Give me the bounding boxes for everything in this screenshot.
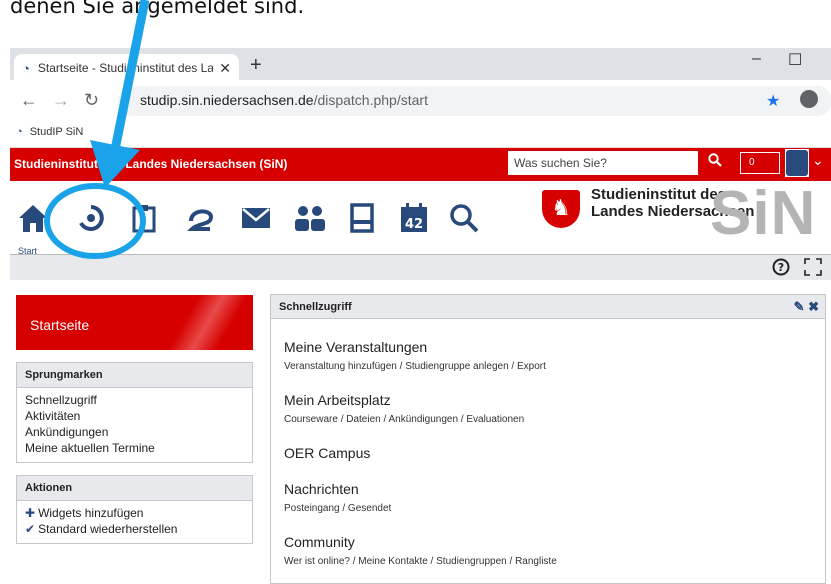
actions-title: Aktionen: [17, 476, 252, 501]
section-links[interactable]: Wer ist online? / Meine Kontakte / Studi…: [284, 556, 812, 567]
jump-marks-title: Sprungmarken: [17, 363, 252, 388]
studip-bookmark-icon: ◔: [16, 126, 23, 138]
jump-item[interactable]: Ankündigungen: [25, 424, 244, 440]
add-widgets-label: Widgets hinzufügen: [38, 506, 144, 520]
minimize-button[interactable]: –: [752, 50, 761, 68]
section-title[interactable]: OER Campus: [284, 445, 812, 461]
new-tab-button[interactable]: +: [250, 54, 262, 77]
studip-favicon-icon: ◔: [22, 60, 30, 76]
jump-marks-box: Sprungmarken Schnellzugriff Aktivitäten …: [16, 362, 253, 463]
calendar-icon[interactable]: 42: [394, 198, 434, 238]
highlight-circle: [44, 183, 146, 259]
section-links[interactable]: Posteingang / Gesendet: [284, 503, 812, 514]
sidebar-title: Startseite: [30, 317, 90, 333]
search-input[interactable]: Was suchen Sie?: [508, 151, 698, 175]
fullscreen-icon[interactable]: [804, 258, 822, 280]
sin-logo: SiN: [710, 179, 817, 248]
close-icon[interactable]: ✖: [808, 299, 819, 314]
quick-access-list: Meine Veranstaltungen Veranstaltung hinz…: [271, 339, 825, 567]
tab-close-icon[interactable]: ✕: [219, 60, 231, 77]
back-icon[interactable]: ←: [20, 90, 38, 111]
reset-default-action[interactable]: ✔ Standard wiederherstellen: [25, 521, 244, 537]
search-nav-icon[interactable]: [444, 198, 484, 238]
sidebar: Startseite Sprungmarken Schnellzugriff A…: [16, 295, 253, 544]
chevron-down-icon[interactable]: ⌄: [812, 152, 824, 169]
workspace-icon[interactable]: [181, 198, 221, 238]
jump-item[interactable]: Meine aktuellen Termine: [25, 440, 244, 456]
quick-access-widget: Schnellzugriff ✎ ✖ Meine Veranstaltungen…: [270, 294, 826, 584]
star-icon[interactable]: ★: [766, 91, 780, 111]
actions-box: Aktionen ✚ Widgets hinzufügen ✔ Standard w…: [16, 475, 253, 544]
section-title[interactable]: Mein Arbeitsplatz: [284, 392, 812, 408]
section-title[interactable]: Community: [284, 534, 812, 550]
plus-icon: ✚: [25, 506, 36, 520]
lower-saxony-horse-logo: ♞: [542, 190, 580, 228]
edit-icon[interactable]: ✎: [794, 299, 805, 314]
checkmark-icon: ✔: [25, 522, 36, 536]
search-icon[interactable]: [700, 151, 730, 175]
jump-item[interactable]: Aktivitäten: [25, 408, 244, 424]
calendar-day: 42: [405, 217, 423, 232]
section-links[interactable]: Courseware / Dateien / Ankündigungen / E…: [284, 414, 812, 425]
widget-title: Schnellzugriff: [279, 301, 352, 313]
section-title[interactable]: Meine Veranstaltungen: [284, 339, 812, 355]
community-icon[interactable]: [290, 198, 330, 238]
reset-default-label: Standard wiederherstellen: [38, 522, 178, 536]
section-links[interactable]: Veranstaltung hinzufügen / Studiengruppe…: [284, 361, 812, 372]
profile-icon[interactable]: [800, 90, 818, 108]
maximize-button[interactable]: ☐: [788, 50, 802, 70]
svg-text:?: ?: [778, 261, 784, 274]
messages-icon[interactable]: [236, 198, 276, 238]
jump-item[interactable]: Schnellzugriff: [25, 392, 244, 408]
add-widgets-action[interactable]: ✚ Widgets hinzufügen: [25, 505, 244, 521]
avatar[interactable]: [785, 149, 809, 177]
url-path: /dispatch.php/start: [313, 92, 428, 108]
widget-header: Schnellzugriff ✎ ✖: [271, 295, 825, 319]
address-bar[interactable]: studip.sin.niedersachsen.de/dispatch.php…: [118, 86, 831, 116]
notification-counter[interactable]: 0: [740, 152, 780, 174]
help-icon[interactable]: ?: [772, 258, 790, 280]
sidebar-title-box: Startseite: [16, 295, 253, 350]
section-title[interactable]: Nachrichten: [284, 481, 812, 497]
profile-nav-icon[interactable]: [342, 198, 382, 238]
